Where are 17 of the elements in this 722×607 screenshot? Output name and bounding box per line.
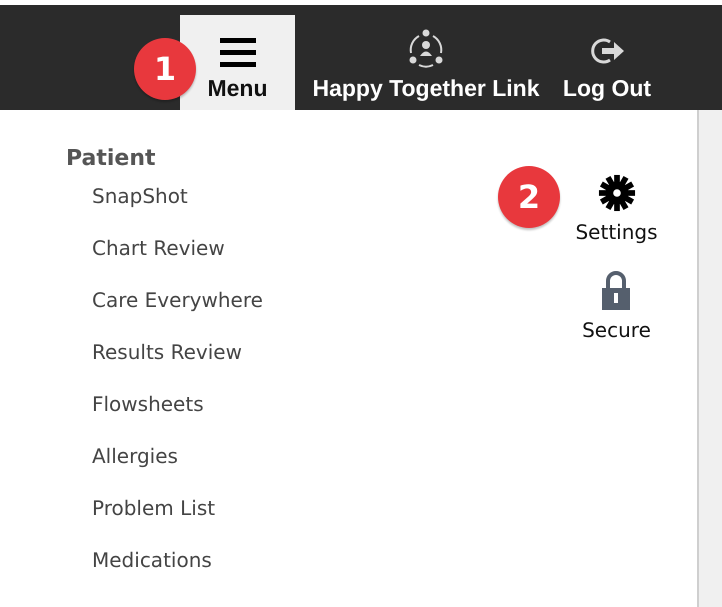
nav-button[interactable]: Log Out: [557, 15, 657, 110]
secure-link[interactable]: Secure: [582, 318, 651, 342]
nav-button[interactable]: Menu: [180, 15, 295, 110]
step-badge: 2: [498, 166, 560, 228]
menu-item[interactable]: Flowsheets: [66, 392, 486, 444]
section-heading: Patient: [66, 146, 157, 173]
menu-item[interactable]: Care Everywhere: [66, 288, 486, 340]
menu-icon: [218, 36, 256, 69]
settings-icon[interactable]: [598, 174, 636, 212]
menu-item[interactable]: Results Review: [66, 340, 486, 392]
menu-item[interactable]: Problem List: [66, 496, 486, 548]
settings-link[interactable]: Settings: [575, 220, 658, 244]
nav-button[interactable]: Happy Together Link: [295, 15, 557, 110]
menu-item[interactable]: SnapShot: [66, 184, 486, 236]
menu-item[interactable]: Medications: [66, 548, 486, 600]
menu-item[interactable]: Allergies: [66, 444, 486, 496]
menu-item[interactable]: Chart Review: [66, 236, 486, 288]
